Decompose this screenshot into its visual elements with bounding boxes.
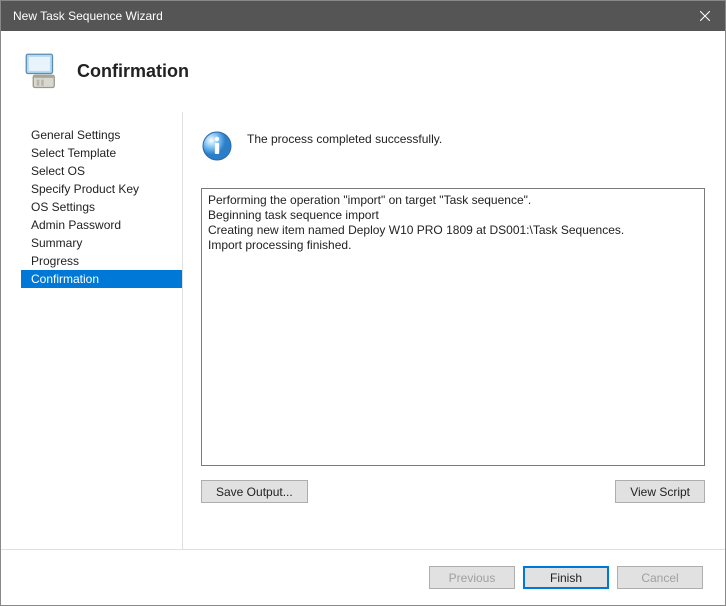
window-title: New Task Sequence Wizard: [13, 9, 163, 23]
close-icon: [700, 8, 710, 24]
sidebar-item-confirmation[interactable]: Confirmation: [21, 270, 182, 288]
sidebar-item-summary[interactable]: Summary: [21, 234, 182, 252]
sidebar-item-os-settings[interactable]: OS Settings: [21, 198, 182, 216]
sidebar-item-select-os[interactable]: Select OS: [21, 162, 182, 180]
previous-button: Previous: [429, 566, 515, 589]
wizard-steps-sidebar: General Settings Select Template Select …: [21, 112, 183, 549]
sidebar-item-select-template[interactable]: Select Template: [21, 144, 182, 162]
status-row: The process completed successfully.: [201, 124, 705, 168]
sidebar-item-general-settings[interactable]: General Settings: [21, 126, 182, 144]
info-icon: [201, 130, 233, 162]
sidebar-item-admin-password[interactable]: Admin Password: [21, 216, 182, 234]
close-button[interactable]: [685, 1, 725, 31]
wizard-header: Confirmation: [1, 31, 725, 112]
cancel-button: Cancel: [617, 566, 703, 589]
computer-icon: [21, 49, 63, 94]
titlebar: New Task Sequence Wizard: [1, 1, 725, 31]
wizard-footer: Previous Finish Cancel: [1, 549, 725, 605]
output-buttons-row: Save Output... View Script: [201, 480, 705, 503]
main-panel: The process completed successfully. Save…: [183, 112, 705, 549]
log-output[interactable]: [201, 188, 705, 466]
finish-button[interactable]: Finish: [523, 566, 609, 589]
save-output-button[interactable]: Save Output...: [201, 480, 308, 503]
view-script-button[interactable]: View Script: [615, 480, 705, 503]
sidebar-item-progress[interactable]: Progress: [21, 252, 182, 270]
content-area: General Settings Select Template Select …: [1, 112, 725, 549]
sidebar-item-specify-product-key[interactable]: Specify Product Key: [21, 180, 182, 198]
wizard-window: New Task Sequence Wizard Confirmation: [0, 0, 726, 606]
header-title: Confirmation: [77, 61, 189, 82]
status-text: The process completed successfully.: [247, 132, 442, 146]
